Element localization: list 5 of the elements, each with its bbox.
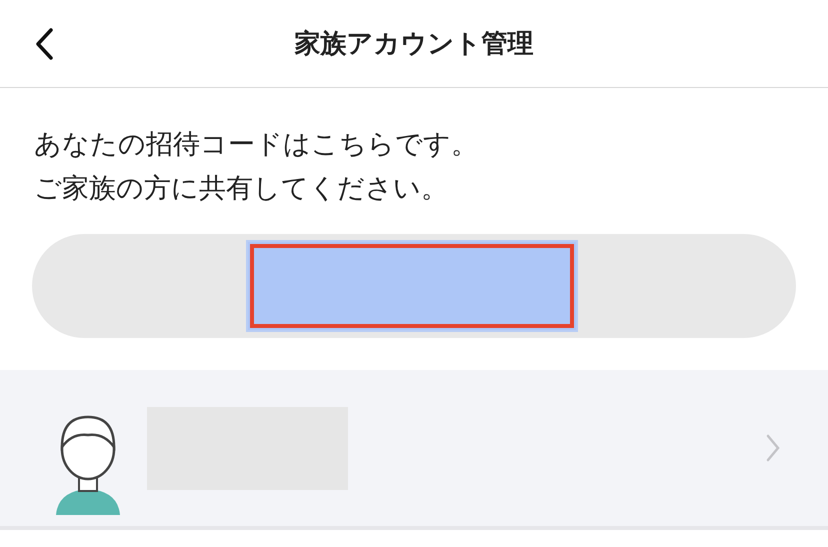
chevron-right-icon	[766, 434, 780, 462]
page-title: 家族アカウント管理	[294, 27, 534, 60]
message-line: ご家族の方に共有してください。	[34, 172, 449, 205]
back-chevron-icon	[34, 27, 54, 61]
message-line: あなたの招待コードはこちらです。	[34, 128, 479, 161]
